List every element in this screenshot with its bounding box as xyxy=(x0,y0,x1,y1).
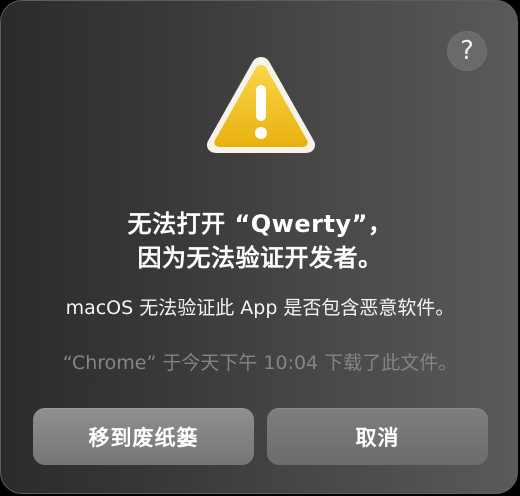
dialog-title-line2: 因为无法验证开发者。 xyxy=(137,244,383,272)
unverified-developer-dialog: ? 无法打开 “Qwerty”， 因为无法验证开发者。 macOS 无法验证此 … xyxy=(0,0,518,494)
help-button[interactable]: ? xyxy=(447,31,487,71)
move-to-trash-button[interactable]: 移到废纸篓 xyxy=(33,408,254,465)
download-info-text: “Chrome” 于今天下午 10:04 下载了此文件。 xyxy=(62,352,458,374)
warning-triangle-icon xyxy=(206,57,316,153)
help-icon: ? xyxy=(460,36,474,66)
dialog-message: macOS 无法验证此 App 是否包含恶意软件。 xyxy=(65,297,455,319)
cancel-button[interactable]: 取消 xyxy=(267,408,488,465)
dialog-title-line1: 无法打开 “Qwerty”， xyxy=(127,210,393,238)
